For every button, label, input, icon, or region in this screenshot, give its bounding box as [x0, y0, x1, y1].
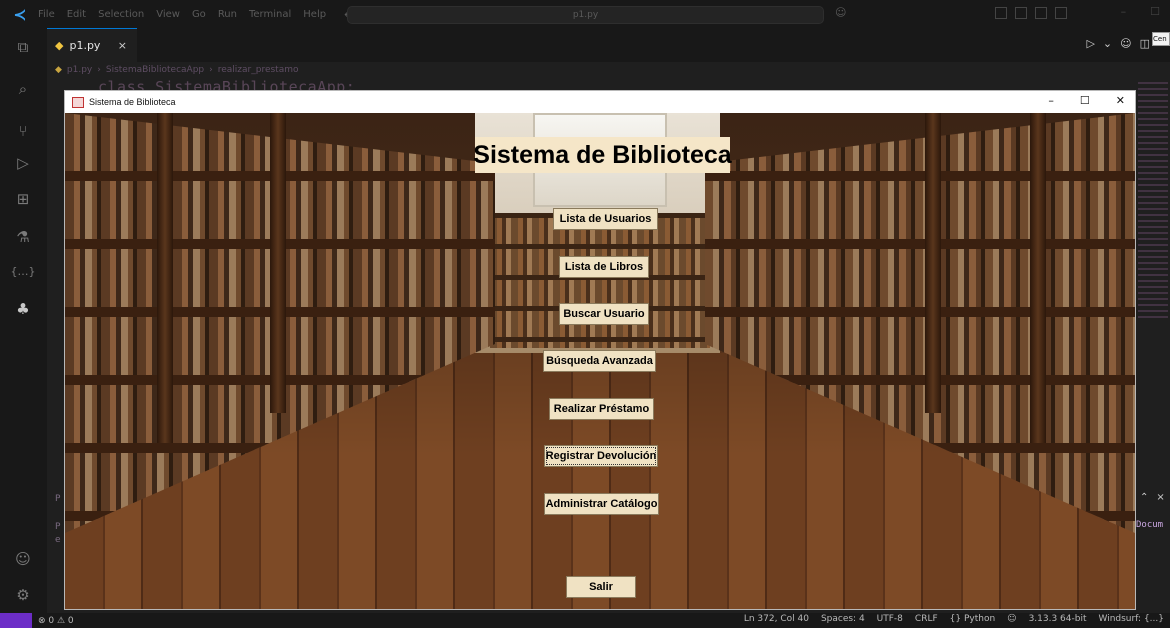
- app-heading: Sistema de Biblioteca: [473, 137, 732, 173]
- explorer-icon[interactable]: ⧉: [12, 36, 34, 58]
- breadcrumb: ◆ p1.py › SistemaBibliotecaApp › realiza…: [55, 62, 299, 78]
- tooltip: Cen: [1152, 32, 1170, 46]
- chevron-up-icon[interactable]: ⌃: [1140, 492, 1148, 503]
- editor-actions: ▷ ⌄ ☺ ◫: [1086, 37, 1150, 50]
- close-panel-icon[interactable]: ×: [1156, 492, 1164, 503]
- editor-tab-strip: ◆ p1.py × ▷ ⌄ ☺ ◫ Cen: [47, 28, 1170, 62]
- layout-controls: [995, 7, 1067, 19]
- terminal-fragment: P: [55, 522, 61, 532]
- menu-selection[interactable]: Selection: [98, 9, 144, 20]
- panel-text-fragment: Docum: [1136, 520, 1164, 530]
- library-app-window: Sistema de Biblioteca – ☐ ✕ Sistema de B…: [64, 90, 1136, 610]
- line-endings[interactable]: CRLF: [915, 614, 938, 624]
- shelf-pillar: [270, 113, 286, 413]
- settings-gear-icon[interactable]: ⚙: [12, 584, 34, 606]
- back-bookshelf: [490, 213, 710, 348]
- python-interpreter[interactable]: 3.13.3 64-bit: [1029, 614, 1087, 624]
- minimize-icon[interactable]: –: [1048, 94, 1054, 107]
- shelf-pillar: [1030, 113, 1046, 443]
- breadcrumb-method[interactable]: realizar_prestamo: [218, 65, 299, 75]
- ide-menubar: ≺ File Edit Selection View Go Run Termin…: [0, 0, 1170, 28]
- windsurf-status[interactable]: Windsurf: {...}: [1099, 614, 1165, 624]
- testing-icon[interactable]: ⚗: [12, 226, 34, 248]
- search-icon[interactable]: ⌕: [12, 78, 34, 100]
- shelf-pillar: [925, 113, 941, 413]
- json-outline-icon[interactable]: {…}: [11, 260, 36, 282]
- run-debug-icon[interactable]: ▷: [12, 152, 34, 174]
- lista-libros-button[interactable]: Lista de Libros: [559, 256, 649, 278]
- breadcrumb-file[interactable]: p1.py: [67, 65, 92, 75]
- encoding[interactable]: UTF-8: [877, 614, 903, 624]
- breadcrumb-class[interactable]: SistemaBibliotecaApp: [106, 65, 204, 75]
- split-editor-icon[interactable]: ◫: [1140, 37, 1150, 50]
- python-file-icon: ◆: [55, 65, 62, 75]
- menu-terminal[interactable]: Terminal: [249, 9, 291, 20]
- menu-go[interactable]: Go: [192, 9, 206, 20]
- administrar-catalogo-button[interactable]: Administrar Catálogo: [544, 493, 659, 515]
- chevron-down-icon[interactable]: ⌄: [1103, 37, 1112, 50]
- source-control-icon[interactable]: ⑂: [12, 120, 34, 142]
- tab-label: p1.py: [69, 39, 101, 52]
- app-window-icon: [72, 96, 84, 108]
- lista-usuarios-button[interactable]: Lista de Usuarios: [553, 208, 658, 230]
- breadcrumb-separator: ›: [209, 65, 213, 75]
- close-icon[interactable]: ✕: [1116, 94, 1125, 107]
- busqueda-avanzada-button[interactable]: Búsqueda Avanzada: [543, 350, 656, 372]
- python-icon[interactable]: ♣: [12, 298, 34, 320]
- activity-bar: ⧉ ⌕ ⑂ ▷ ⊞ ⚗ {…} ♣ ☺ ⚙: [0, 28, 47, 613]
- maximize-icon[interactable]: ☐: [1080, 94, 1090, 107]
- menu-view[interactable]: View: [156, 9, 180, 20]
- indentation[interactable]: Spaces: 4: [821, 614, 865, 624]
- toggle-panel-icon[interactable]: [1035, 7, 1047, 19]
- window-titlebar[interactable]: Sistema de Biblioteca – ☐ ✕: [65, 91, 1135, 113]
- realizar-prestamo-button[interactable]: Realizar Préstamo: [549, 398, 654, 420]
- salir-button[interactable]: Salir: [566, 576, 636, 598]
- toggle-secondary-sidebar-icon[interactable]: [1055, 7, 1067, 19]
- shelf-pillar: [157, 113, 173, 443]
- language-mode[interactable]: {} Python: [950, 614, 996, 624]
- run-file-icon[interactable]: ▷: [1086, 37, 1094, 50]
- panel-controls: ⌃ ×: [1140, 492, 1165, 503]
- terminal-fragment: P: [55, 494, 61, 504]
- tab-p1-py[interactable]: ◆ p1.py ×: [47, 28, 137, 62]
- status-bar-right: Ln 372, Col 40 Spaces: 4 UTF-8 CRLF {} P…: [744, 614, 1164, 624]
- breadcrumb-separator: ›: [97, 65, 101, 75]
- remote-indicator[interactable]: [0, 613, 32, 628]
- ide-maximize-icon[interactable]: ☐: [1150, 5, 1160, 18]
- menu-help[interactable]: Help: [303, 9, 326, 20]
- toggle-editor-layout-icon[interactable]: [1015, 7, 1027, 19]
- toggle-sidebar-icon[interactable]: [995, 7, 1007, 19]
- account-icon[interactable]: ☺: [12, 548, 34, 570]
- minimap[interactable]: [1136, 78, 1170, 508]
- menu-edit[interactable]: Edit: [67, 9, 86, 20]
- command-center-search[interactable]: p1.py: [347, 6, 824, 24]
- tab-close-icon[interactable]: ×: [118, 39, 127, 52]
- buscar-usuario-button[interactable]: Buscar Usuario: [559, 303, 649, 325]
- menu-file[interactable]: File: [38, 9, 55, 20]
- status-bar: ⊗ 0 ⚠ 0 Ln 372, Col 40 Spaces: 4 UTF-8 C…: [0, 613, 1170, 628]
- copilot-icon[interactable]: ☺: [835, 6, 846, 19]
- terminal-fragment: e: [55, 535, 61, 545]
- copilot-chat-icon[interactable]: ☺: [1120, 37, 1131, 50]
- vscode-logo-icon: ≺: [13, 4, 27, 24]
- registrar-devolucion-button[interactable]: Registrar Devolución: [544, 445, 658, 467]
- ide-window-controls: – ☐: [1121, 5, 1160, 18]
- extensions-icon[interactable]: ⊞: [12, 188, 34, 210]
- problems-count[interactable]: ⊗ 0 ⚠ 0: [38, 616, 74, 626]
- ide-minimize-icon[interactable]: –: [1121, 5, 1127, 18]
- menu-run[interactable]: Run: [218, 9, 237, 20]
- window-controls: – ☐ ✕: [1048, 94, 1125, 107]
- window-title: Sistema de Biblioteca: [89, 97, 176, 107]
- library-background-image: Sistema de Biblioteca Lista de Usuarios …: [65, 113, 1135, 609]
- copilot-status-icon[interactable]: ☺: [1007, 614, 1016, 624]
- python-file-icon: ◆: [55, 39, 64, 52]
- menu-bar: File Edit Selection View Go Run Terminal…: [38, 9, 326, 20]
- cursor-position[interactable]: Ln 372, Col 40: [744, 614, 809, 624]
